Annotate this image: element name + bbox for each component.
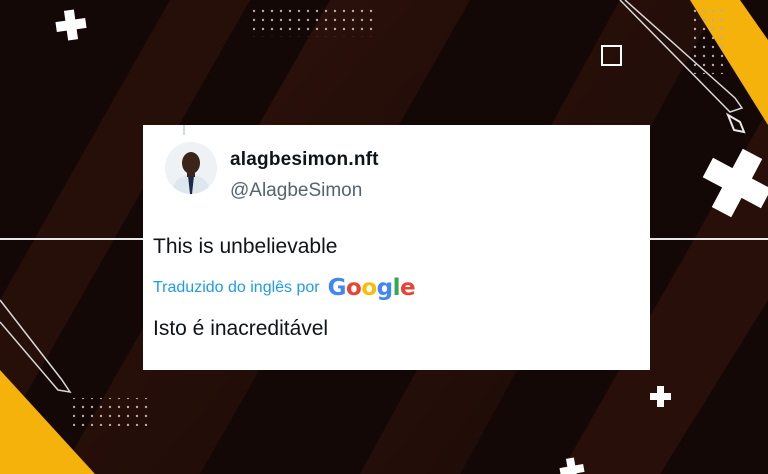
google-logo: Google (327, 275, 416, 301)
translated-tweet-text: Isto é inacreditável (153, 317, 329, 340)
tweet-card: alagbesimon.nft @AlagbeSimon This is unb… (143, 125, 650, 370)
tweet-text: This is unbelievable (153, 235, 338, 258)
display-name[interactable]: alagbesimon.nft (230, 149, 379, 171)
user-handle[interactable]: @AlagbeSimon (230, 180, 362, 202)
translated-by-label[interactable]: Traduzido do inglês por (153, 279, 320, 297)
person-avatar-icon (165, 142, 217, 194)
avatar[interactable] (165, 142, 217, 194)
translation-attribution: Traduzido do inglês por Google (153, 275, 416, 301)
thread-connector (183, 125, 185, 135)
